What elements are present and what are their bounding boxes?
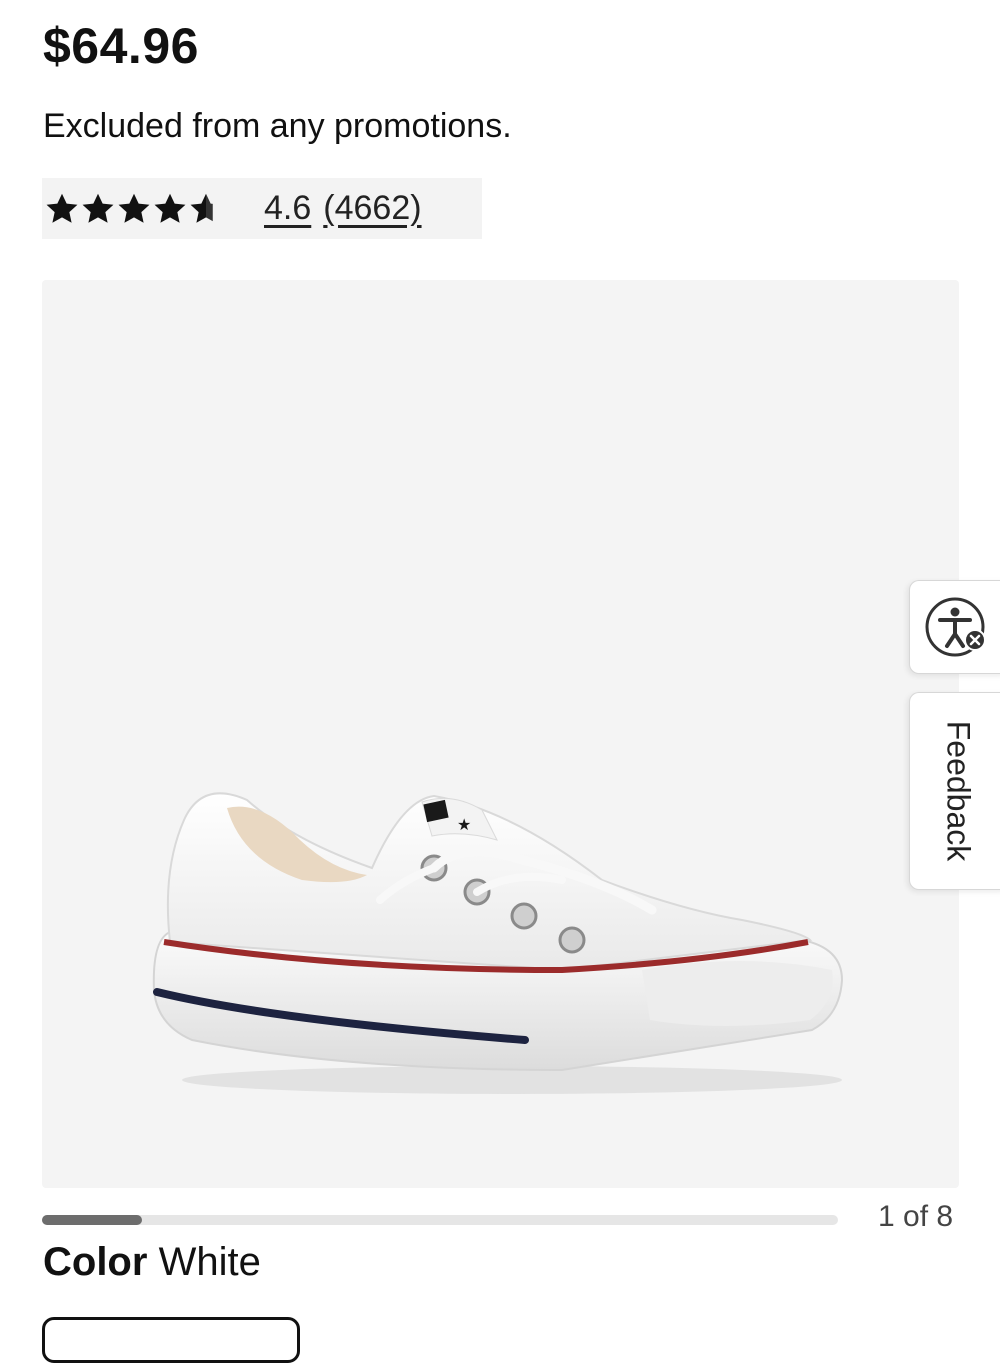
color-label: Color [43, 1240, 148, 1284]
half-star-icon [190, 190, 224, 227]
feedback-tab[interactable]: Feedback [909, 692, 1000, 890]
product-image[interactable]: ★ [42, 280, 959, 1188]
star-icon [118, 193, 150, 223]
gallery-progress-fill [42, 1215, 142, 1225]
feedback-label: Feedback [940, 720, 977, 862]
star-rating [44, 190, 224, 227]
rating-value: 4.6 [264, 189, 312, 227]
sneaker-image: ★ [152, 792, 844, 1094]
star-icon [154, 193, 186, 223]
product-price: $64.96 [43, 18, 199, 74]
gallery-progress-bar [42, 1215, 838, 1225]
star-icon [46, 193, 78, 223]
svg-text:★: ★ [457, 815, 471, 834]
review-count: (4662) [323, 189, 422, 227]
promo-exclusion-note: Excluded from any promotions. [43, 107, 512, 145]
selected-color: Color White [43, 1236, 261, 1288]
rating-link[interactable]: 4.6 (4662) [264, 189, 422, 228]
gallery-counter: 1 of 8 [878, 1200, 954, 1233]
star-icon [82, 193, 114, 223]
accessibility-button[interactable] [909, 580, 1000, 674]
rating-summary[interactable]: 4.6 (4662) [42, 178, 482, 239]
accessibility-icon [925, 597, 986, 657]
color-value: White [158, 1240, 261, 1284]
color-swatch-button[interactable] [42, 1317, 300, 1363]
